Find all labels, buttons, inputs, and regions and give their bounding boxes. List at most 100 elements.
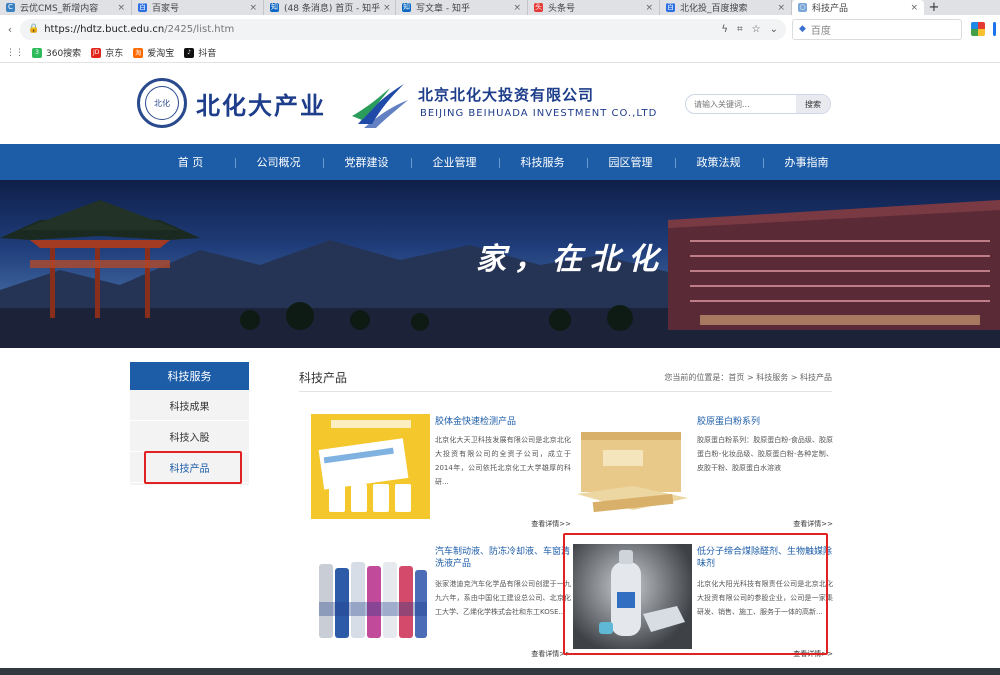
nav-item-tech-services[interactable]: 科技服务 [498, 144, 587, 180]
sidebar-item-achievements[interactable]: 科技成果 [130, 390, 249, 421]
nav-item-overview[interactable]: 公司概况 [234, 144, 323, 180]
site-header: 北化 北化大产业 北京北化大投资有限公司 BEIJING BEIHUADA IN… [0, 64, 1000, 144]
site-search: 搜索 [685, 94, 831, 114]
nav-item-home[interactable]: 首 页 [147, 144, 235, 180]
apps-grid-icon[interactable] [971, 22, 985, 36]
nav-item-policy[interactable]: 政策法规 [674, 144, 763, 180]
product-title[interactable]: 汽车制动液、防冻冷却液、车窗清洗液产品 [435, 546, 571, 570]
close-icon[interactable]: × [510, 3, 521, 13]
url-host: https://hdtz.buct.edu.cn [44, 23, 165, 35]
address-bar-row: ‹ 🔒 https://hdtz.buct.edu.cn/2425/list.h… [0, 15, 1000, 43]
tab-title: 头条号 [548, 4, 576, 14]
baidu-icon: ◆ [799, 24, 806, 34]
product-image[interactable] [311, 544, 430, 649]
tab-title: (48 条消息) 首页 - 知乎 [284, 4, 381, 14]
pavilion-icon [0, 200, 200, 318]
product-description: 胶原蛋白粉系列：胶原蛋白粉-食品级、胶原蛋白粉-化妆品级、胶原蛋白粉-各种定制、… [697, 436, 833, 472]
tab-favicon-icon: 知 [402, 3, 411, 12]
highlight-box-product [563, 533, 828, 655]
site-logo-text[interactable]: 北化大产业 [196, 86, 326, 121]
seal-inner-icon: 北化 [145, 86, 179, 120]
company-name-cn: 北京北化大投资有限公司 [418, 86, 595, 104]
product-title[interactable]: 胶体金快速检测产品 [435, 416, 571, 428]
product-card: 汽车制动液、防冻冷却液、车窗清洗液产品 张家港迪克汽车化学品有限公司创建于一九九… [311, 544, 571, 659]
bookmark-label: 爱淘宝 [147, 49, 175, 59]
site-search-button[interactable]: 搜索 [796, 95, 830, 113]
url-field[interactable]: 🔒 https://hdtz.buct.edu.cn/2425/list.htm… [20, 18, 786, 40]
bookmark-360-icon: 3 [32, 47, 42, 58]
product-image[interactable] [311, 414, 430, 519]
browser-tab-active[interactable]: ○ 科技产品 × [792, 0, 924, 15]
apps-icon[interactable]: ⋮⋮ [6, 48, 24, 58]
bookmark-item[interactable]: ♪ 抖音 [184, 46, 216, 59]
nav-item-management[interactable]: 企业管理 [410, 144, 499, 180]
flash-icon[interactable]: ϟ [721, 24, 728, 35]
sidebar-item-equity[interactable]: 科技入股 [130, 421, 249, 452]
bookmark-label: 抖音 [198, 49, 217, 59]
breadcrumb: 您当前的位置是：首页 > 科技服务 > 科技产品 [664, 373, 832, 382]
bookmark-label: 360搜索 [46, 49, 82, 59]
browser-tab[interactable]: C 云优CMS_新增内容 × [0, 0, 132, 15]
star-icon[interactable]: ☆ [752, 24, 761, 35]
company-logo-icon[interactable] [350, 78, 410, 130]
page-title: 科技产品 [299, 371, 348, 385]
browser-tab[interactable]: 知 (48 条消息) 首页 - 知乎 × [264, 0, 396, 15]
extension-icon[interactable] [993, 22, 996, 36]
highlight-box-sidebar [144, 451, 242, 484]
product-description: 张家港迪克汽车化学品有限公司创建于一九九六年，系由中国化工建设总公司、北京化工大… [435, 580, 571, 616]
close-icon[interactable]: × [114, 3, 125, 13]
close-icon[interactable]: × [774, 3, 785, 13]
back-icon[interactable]: ‹ [2, 23, 18, 36]
product-image[interactable] [573, 414, 692, 519]
new-tab-icon[interactable]: + [924, 0, 944, 15]
browser-tab[interactable]: 百 北化投_百度搜索 × [660, 0, 792, 15]
url-path: /2425/list.htm [164, 23, 235, 35]
automotive-fluids-illustration [319, 562, 427, 638]
bookmark-label: 京东 [105, 49, 124, 59]
close-icon[interactable]: × [380, 3, 391, 13]
browser-tab[interactable]: 百 百家号 × [132, 0, 264, 15]
bookmark-taobao-icon: 淘 [133, 47, 144, 58]
bookmark-item[interactable]: JD 京东 [91, 46, 123, 59]
bookmark-item[interactable]: 3 360搜索 [32, 46, 81, 59]
test-kit-illustration [318, 420, 411, 512]
bookmarks-bar: ⋮⋮ 3 360搜索 JD 京东 淘 爱淘宝 ♪ 抖音 [0, 43, 1000, 63]
close-icon[interactable]: × [907, 3, 918, 13]
site-search-input[interactable] [686, 99, 796, 109]
product-card: 胶原蛋白粉系列 胶原蛋白粉系列：胶原蛋白粉-食品级、胶原蛋白粉-化妆品级、胶原蛋… [573, 414, 833, 529]
tab-favicon-icon: 百 [138, 3, 147, 12]
browser-tab-strip: C 云优CMS_新增内容 × 百 百家号 × 知 (48 条消息) 首页 - 知… [0, 0, 1000, 15]
tab-title: 科技产品 [812, 4, 849, 14]
product-description: 北京化大天卫科技发展有限公司是北京北化大投资有限公司的全资子公司，成立于2014… [435, 436, 571, 486]
nav-item-party[interactable]: 党群建设 [322, 144, 411, 180]
tab-favicon-icon: ○ [798, 3, 807, 12]
bottom-bar [0, 668, 1000, 675]
browser-search-field[interactable]: ◆ 百度 [792, 18, 962, 40]
banner-slogan: 家，在北化 [476, 242, 666, 277]
view-details-link[interactable]: 查看详情>> [531, 519, 571, 529]
sidebar-title: 科技服务 [130, 362, 249, 390]
tab-favicon-icon: 头 [534, 3, 543, 12]
company-name-en: BEIJING BEIHUADA INVESTMENT CO.,LTD [420, 108, 658, 119]
tab-title: 北化投_百度搜索 [680, 4, 748, 14]
chevron-down-icon[interactable]: ⌄ [770, 24, 778, 35]
bookmark-item[interactable]: 淘 爱淘宝 [133, 46, 174, 59]
tab-favicon-icon: C [6, 3, 15, 12]
product-title[interactable]: 胶原蛋白粉系列 [697, 416, 833, 428]
screenshot-icon[interactable]: ⌗ [737, 24, 743, 35]
close-icon[interactable]: × [246, 3, 257, 13]
building-icon [668, 200, 1000, 330]
search-engine-label: 百度 [810, 25, 831, 37]
nav-item-park[interactable]: 园区管理 [586, 144, 675, 180]
browser-tab[interactable]: 知 写文章 - 知乎 × [396, 0, 528, 15]
browser-tab[interactable]: 头 头条号 × [528, 0, 660, 15]
close-icon[interactable]: × [642, 3, 653, 13]
university-seal-logo[interactable]: 北化 [137, 78, 187, 128]
title-divider [299, 391, 832, 392]
tab-title: 百家号 [152, 4, 180, 14]
tab-title: 写文章 - 知乎 [416, 4, 470, 14]
collagen-box-illustration [577, 432, 688, 513]
view-details-link[interactable]: 查看详情>> [793, 519, 833, 529]
lock-icon: 🔒 [28, 24, 40, 34]
nav-item-guide[interactable]: 办事指南 [762, 144, 851, 180]
